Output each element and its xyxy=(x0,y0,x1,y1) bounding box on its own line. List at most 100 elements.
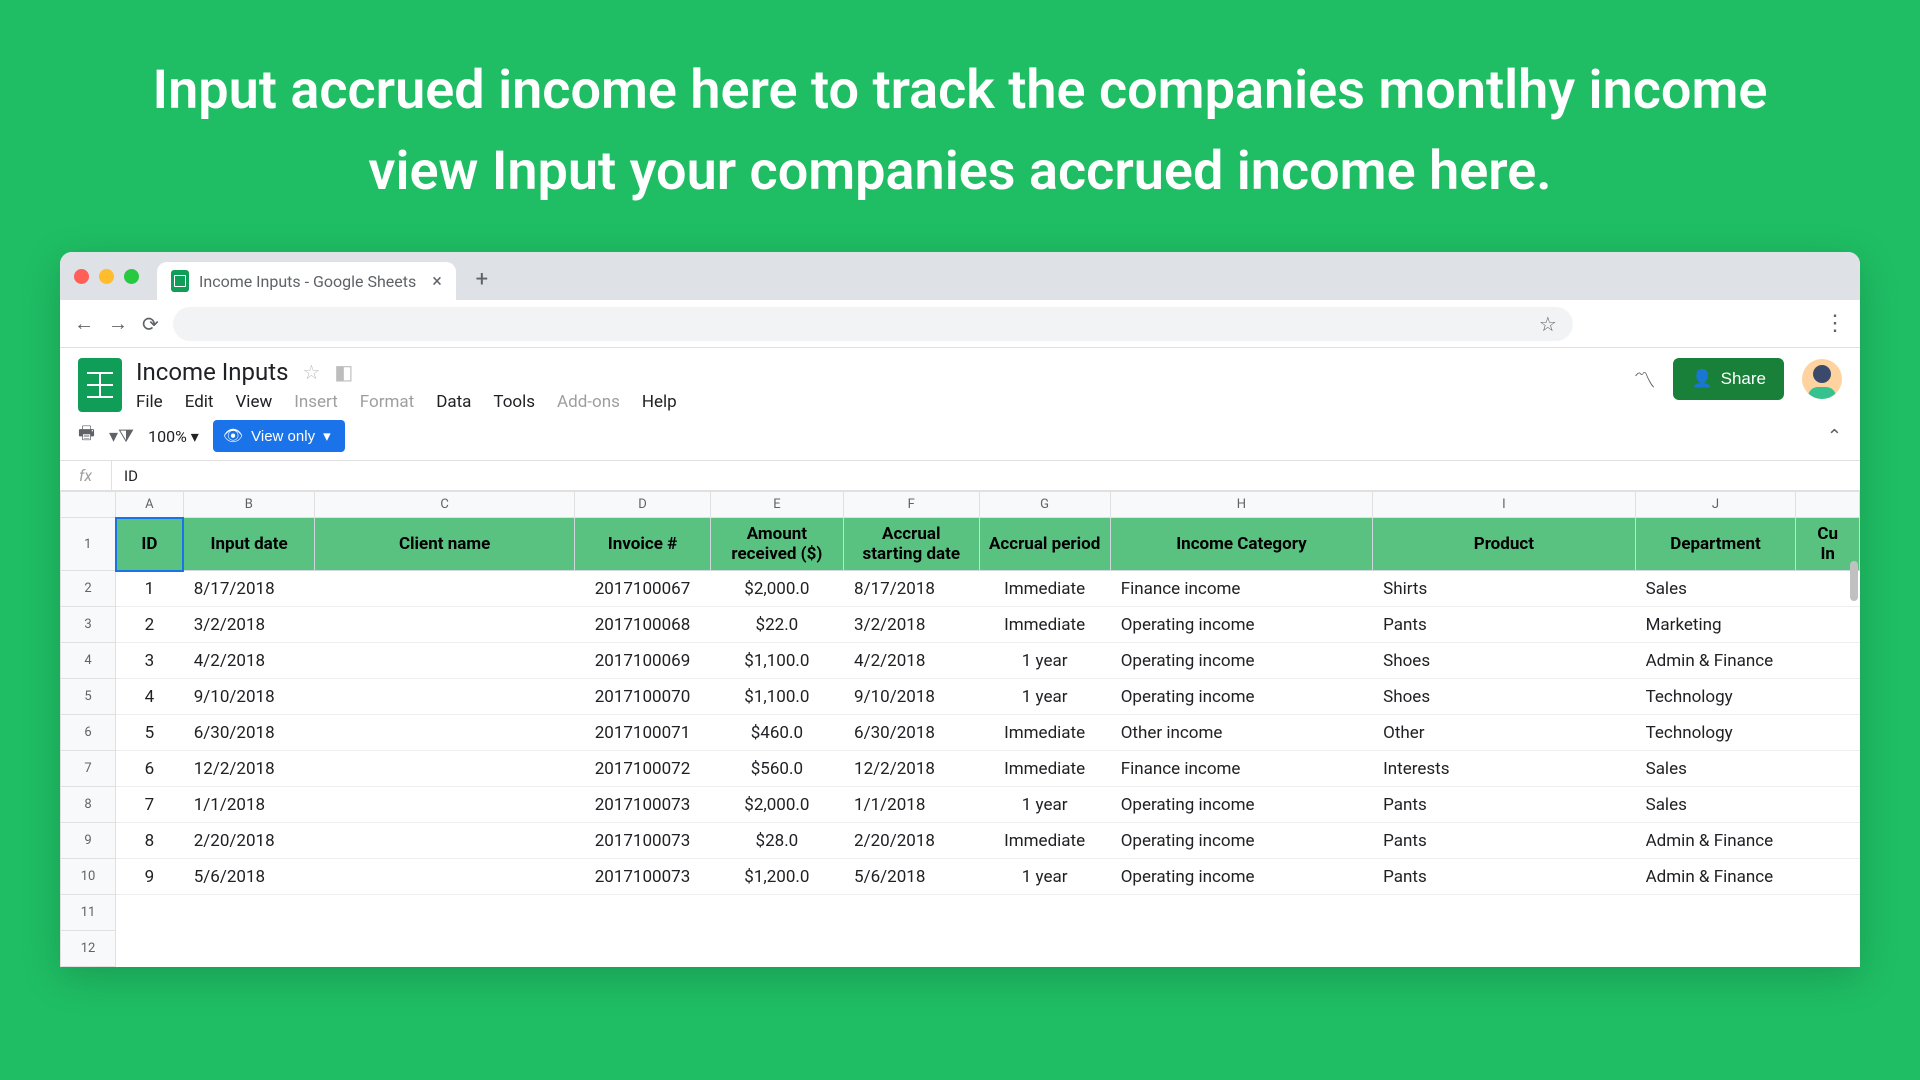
browser-menu-icon[interactable]: ⋮ xyxy=(1824,311,1846,336)
empty-cell[interactable] xyxy=(710,895,843,931)
data-cell[interactable]: 2017100067 xyxy=(575,571,710,607)
data-cell[interactable]: Pants xyxy=(1373,859,1635,895)
data-cell[interactable] xyxy=(314,823,574,859)
header-cell[interactable]: Invoice # xyxy=(575,518,710,571)
share-button[interactable]: 👤 Share xyxy=(1673,358,1784,400)
data-cell[interactable] xyxy=(314,643,574,679)
data-cell[interactable]: 1 year xyxy=(979,679,1110,715)
data-cell[interactable]: Marketing xyxy=(1635,607,1796,643)
back-button[interactable]: ← xyxy=(74,311,94,336)
data-cell[interactable]: Operating income xyxy=(1110,607,1372,643)
data-cell[interactable]: $460.0 xyxy=(710,715,843,751)
menu-view[interactable]: View xyxy=(235,392,272,412)
data-cell[interactable] xyxy=(314,859,574,895)
empty-cell[interactable] xyxy=(314,895,574,931)
data-cell[interactable]: Operating income xyxy=(1110,787,1372,823)
data-cell[interactable] xyxy=(1796,715,1860,751)
data-cell[interactable] xyxy=(1796,859,1860,895)
data-cell[interactable] xyxy=(1796,751,1860,787)
data-cell[interactable]: Technology xyxy=(1635,679,1796,715)
data-cell[interactable]: $1,200.0 xyxy=(710,859,843,895)
row-header[interactable]: 4 xyxy=(61,643,116,679)
empty-cell[interactable] xyxy=(844,931,979,967)
data-cell[interactable]: Operating income xyxy=(1110,679,1372,715)
empty-cell[interactable] xyxy=(710,931,843,967)
menu-insert[interactable]: Insert xyxy=(294,392,338,412)
data-cell[interactable]: 1 xyxy=(116,571,184,607)
data-cell[interactable]: Operating income xyxy=(1110,643,1372,679)
data-cell[interactable]: 4 xyxy=(116,679,184,715)
empty-cell[interactable] xyxy=(1110,895,1372,931)
row-header[interactable]: 7 xyxy=(61,751,116,787)
row-header[interactable]: 9 xyxy=(61,823,116,859)
data-cell[interactable]: $22.0 xyxy=(710,607,843,643)
data-cell[interactable]: 2017100068 xyxy=(575,607,710,643)
header-cell[interactable]: Accrual starting date xyxy=(844,518,979,571)
col-header-partial[interactable] xyxy=(1796,492,1860,518)
empty-cell[interactable] xyxy=(979,931,1110,967)
header-cell[interactable]: Department xyxy=(1635,518,1796,571)
row-header[interactable]: 8 xyxy=(61,787,116,823)
col-header-H[interactable]: H xyxy=(1110,492,1372,518)
data-cell[interactable]: 3/2/2018 xyxy=(183,607,314,643)
menu-edit[interactable]: Edit xyxy=(185,392,214,412)
row-header[interactable]: 1 xyxy=(61,518,116,571)
data-cell[interactable]: Technology xyxy=(1635,715,1796,751)
empty-cell[interactable] xyxy=(979,895,1110,931)
empty-cell[interactable] xyxy=(183,931,314,967)
data-cell[interactable] xyxy=(1796,787,1860,823)
data-cell[interactable]: Finance income xyxy=(1110,751,1372,787)
forward-button[interactable]: → xyxy=(108,311,128,336)
data-cell[interactable]: 9/10/2018 xyxy=(183,679,314,715)
data-cell[interactable] xyxy=(1796,607,1860,643)
col-header-C[interactable]: C xyxy=(314,492,574,518)
account-avatar[interactable] xyxy=(1802,359,1842,399)
data-cell[interactable] xyxy=(314,787,574,823)
data-cell[interactable]: 2/20/2018 xyxy=(844,823,979,859)
data-cell[interactable]: 12/2/2018 xyxy=(183,751,314,787)
empty-cell[interactable] xyxy=(314,931,574,967)
view-only-button[interactable]: 👁 View only ▾ xyxy=(213,420,345,452)
col-header-B[interactable]: B xyxy=(183,492,314,518)
header-cell[interactable]: Accrual period xyxy=(979,518,1110,571)
data-cell[interactable]: Other xyxy=(1373,715,1635,751)
data-cell[interactable]: 2017100069 xyxy=(575,643,710,679)
data-cell[interactable]: 2017100073 xyxy=(575,859,710,895)
data-cell[interactable] xyxy=(1796,679,1860,715)
data-cell[interactable]: Pants xyxy=(1373,823,1635,859)
minimize-window-icon[interactable] xyxy=(99,269,114,284)
empty-cell[interactable] xyxy=(1373,895,1635,931)
empty-cell[interactable] xyxy=(1635,895,1796,931)
empty-cell[interactable] xyxy=(1796,895,1860,931)
col-header-D[interactable]: D xyxy=(575,492,710,518)
header-cell[interactable]: Income Category xyxy=(1110,518,1372,571)
data-cell[interactable]: 8/17/2018 xyxy=(844,571,979,607)
data-cell[interactable]: Immediate xyxy=(979,607,1110,643)
data-cell[interactable] xyxy=(314,571,574,607)
reload-button[interactable]: ⟳ xyxy=(142,312,159,336)
zoom-dropdown[interactable]: 100% ▾ xyxy=(148,427,199,446)
row-header[interactable]: 2 xyxy=(61,571,116,607)
data-cell[interactable]: 2017100073 xyxy=(575,787,710,823)
formula-value[interactable]: ID xyxy=(112,467,138,485)
data-cell[interactable]: 8/17/2018 xyxy=(183,571,314,607)
data-cell[interactable]: 2017100072 xyxy=(575,751,710,787)
filter-icon[interactable]: ▾⧩ xyxy=(109,426,134,447)
empty-cell[interactable] xyxy=(844,895,979,931)
data-cell[interactable]: 1 year xyxy=(979,787,1110,823)
empty-cell[interactable] xyxy=(1373,931,1635,967)
data-cell[interactable]: 3/2/2018 xyxy=(844,607,979,643)
header-cell[interactable]: Client name xyxy=(314,518,574,571)
col-header-F[interactable]: F xyxy=(844,492,979,518)
new-tab-button[interactable]: + xyxy=(466,263,498,295)
spreadsheet-grid[interactable]: ABCDEFGHIJ 1IDInput dateClient nameInvoi… xyxy=(60,491,1860,967)
vertical-scrollbar[interactable] xyxy=(1850,561,1858,601)
empty-cell[interactable] xyxy=(183,895,314,931)
sheets-logo-icon[interactable] xyxy=(78,358,122,412)
close-tab-icon[interactable]: × xyxy=(432,271,442,292)
data-cell[interactable]: 2017100071 xyxy=(575,715,710,751)
data-cell[interactable]: Sales xyxy=(1635,571,1796,607)
data-cell[interactable] xyxy=(314,751,574,787)
data-cell[interactable] xyxy=(314,607,574,643)
row-header[interactable]: 11 xyxy=(61,895,116,931)
